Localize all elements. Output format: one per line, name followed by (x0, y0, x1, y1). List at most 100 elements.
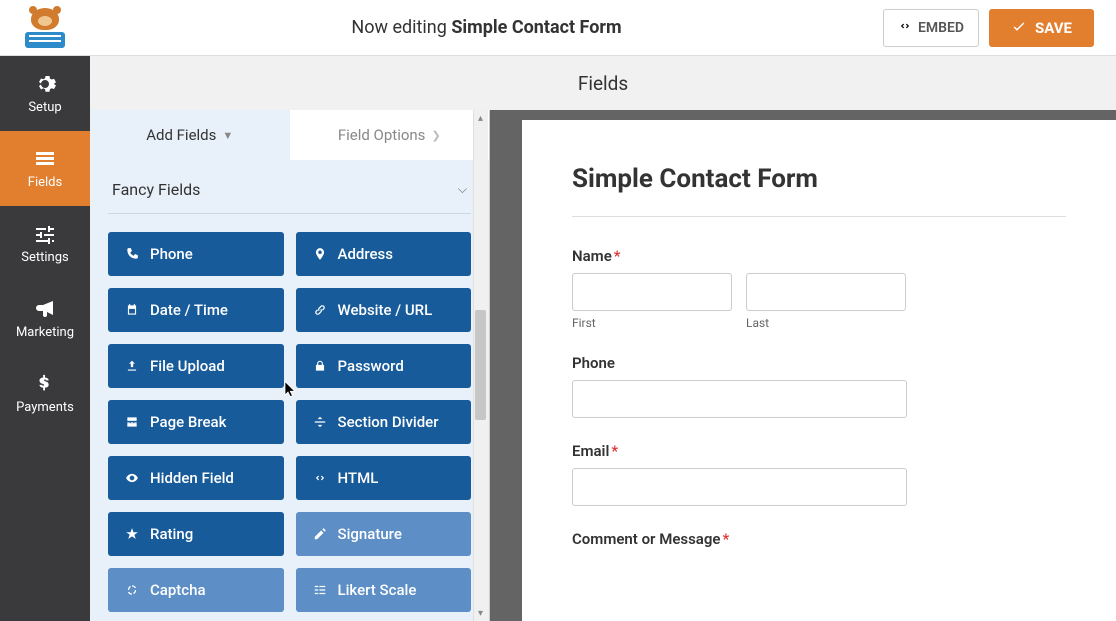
field-pagebreak[interactable]: Page Break (108, 400, 284, 444)
label-comment: Comment or Message* (572, 530, 1066, 548)
top-bar: Now editing Simple Contact Form EMBED SA… (0, 0, 1116, 56)
field-signature[interactable]: Signature (296, 512, 472, 556)
field-website[interactable]: Website / URL (296, 288, 472, 332)
chevron-down-icon: ⌵ (458, 182, 467, 197)
input-phone[interactable] (572, 380, 907, 418)
panel-divider (490, 110, 512, 621)
nav-marketing[interactable]: Marketing (0, 281, 90, 356)
field-label: File Upload (150, 357, 225, 375)
field-label: Rating (150, 525, 193, 543)
main-area: Fields Add Fields ▼ Field Options ❯ Fanc… (90, 56, 1116, 621)
label-phone: Phone (572, 354, 1066, 372)
calendar-icon (124, 302, 140, 318)
scroll-up-icon[interactable]: ▴ (473, 110, 488, 126)
eye-icon (124, 470, 140, 486)
field-phone[interactable]: Phone (108, 232, 284, 276)
input-email[interactable] (572, 468, 907, 506)
section-title: Fields (90, 56, 1116, 110)
link-icon (312, 302, 328, 318)
divider-icon (312, 414, 328, 430)
bullhorn-icon (32, 297, 58, 321)
field-label: Date / Time (150, 301, 228, 319)
nav-settings-label: Settings (21, 250, 68, 265)
row-name: Name* First Last (572, 247, 1066, 330)
field-label: Website / URL (338, 301, 433, 319)
field-label: Signature (338, 525, 402, 543)
field-upload[interactable]: File Upload (108, 344, 284, 388)
code-icon (898, 19, 912, 37)
preview-wrap: Simple Contact Form Name* First Last (512, 110, 1116, 621)
logo (0, 0, 90, 56)
field-label: Likert Scale (338, 581, 417, 599)
field-section[interactable]: Section Divider (296, 400, 472, 444)
field-likert[interactable]: Likert Scale (296, 568, 472, 612)
tab-add-fields[interactable]: Add Fields ▼ (90, 110, 290, 160)
required-icon: * (611, 442, 618, 460)
panel-tabs: Add Fields ▼ Field Options ❯ (90, 110, 489, 160)
grid-icon (312, 582, 328, 598)
embed-label: EMBED (918, 20, 964, 36)
required-icon: * (614, 247, 621, 265)
field-html[interactable]: HTML (296, 456, 472, 500)
tab-options-label: Field Options (338, 126, 426, 144)
label-name: Name* (572, 247, 1066, 265)
tab-add-label: Add Fields (146, 126, 216, 144)
input-last-name[interactable] (746, 273, 906, 311)
nav-setup[interactable]: Setup (0, 56, 90, 131)
panel-scrollbar[interactable]: ▴ ▾ (473, 110, 489, 621)
field-label: Hidden Field (150, 469, 234, 487)
nav-setup-label: Setup (28, 100, 61, 115)
nav-fields[interactable]: Fields (0, 131, 90, 206)
save-button[interactable]: SAVE (989, 9, 1094, 47)
sliders-icon (32, 222, 58, 246)
pagebreak-icon (124, 414, 140, 430)
nav-fields-label: Fields (28, 175, 62, 190)
pin-icon (312, 246, 328, 262)
field-label: Page Break (150, 413, 226, 431)
embed-button[interactable]: EMBED (883, 9, 979, 47)
nav-payments[interactable]: Payments (0, 356, 90, 431)
field-password[interactable]: Password (296, 344, 472, 388)
row-email: Email* (572, 442, 1066, 506)
group-header[interactable]: Fancy Fields ⌵ (108, 160, 471, 214)
group-title: Fancy Fields (112, 180, 200, 199)
input-first-name[interactable] (572, 273, 732, 311)
field-label: Section Divider (338, 413, 439, 431)
tab-field-options[interactable]: Field Options ❯ (290, 110, 490, 160)
left-nav: Setup Fields Settings Marketing Payments (0, 56, 90, 621)
check-icon (1011, 18, 1027, 38)
nav-payments-label: Payments (16, 400, 74, 415)
scroll-down-icon[interactable]: ▾ (473, 605, 488, 621)
field-captcha[interactable]: Captcha (108, 568, 284, 612)
chevron-right-icon: ❯ (431, 129, 440, 142)
field-label: Address (338, 245, 394, 263)
field-group: Fancy Fields ⌵ Phone Address Date / Time… (90, 160, 489, 612)
list-icon (32, 147, 58, 171)
label-email-text: Email (572, 442, 609, 460)
scroll-thumb[interactable] (475, 310, 486, 420)
recycle-icon (124, 582, 140, 598)
field-rating[interactable]: Rating (108, 512, 284, 556)
row-phone: Phone (572, 354, 1066, 418)
required-icon: * (722, 530, 729, 548)
save-label: SAVE (1035, 19, 1072, 37)
form-title: Simple Contact Form (572, 164, 1066, 217)
field-address[interactable]: Address (296, 232, 472, 276)
field-grid: Phone Address Date / Time Website / URL … (108, 214, 471, 612)
content-row: Add Fields ▼ Field Options ❯ Fancy Field… (90, 110, 1116, 621)
pencil-icon (312, 526, 328, 542)
label-comment-text: Comment or Message (572, 530, 720, 548)
gear-icon (32, 72, 58, 96)
editing-prefix: Now editing (351, 17, 451, 38)
code-icon (312, 470, 328, 486)
label-name-text: Name (572, 247, 612, 265)
field-hidden[interactable]: Hidden Field (108, 456, 284, 500)
phone-icon (124, 246, 140, 262)
sublabel-last: Last (746, 316, 906, 330)
lock-icon (312, 358, 328, 374)
field-datetime[interactable]: Date / Time (108, 288, 284, 332)
label-email: Email* (572, 442, 1066, 460)
nav-settings[interactable]: Settings (0, 206, 90, 281)
dollar-icon (32, 372, 58, 396)
editing-title: Now editing Simple Contact Form (90, 17, 883, 38)
